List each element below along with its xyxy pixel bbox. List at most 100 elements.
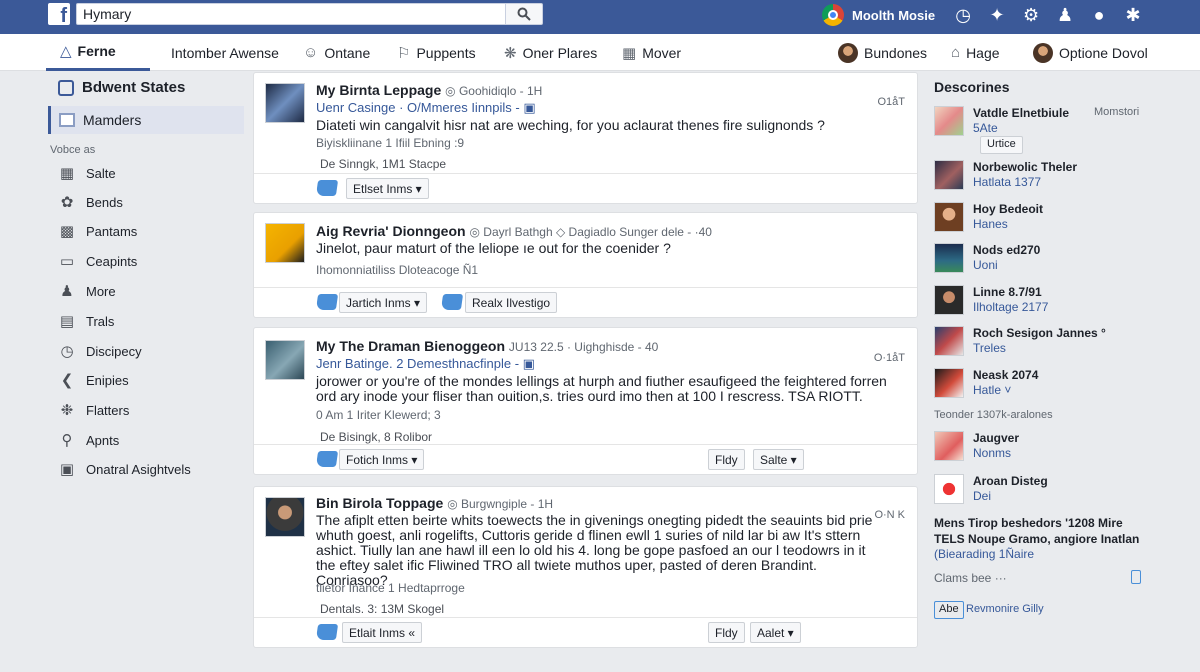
edit-items-button[interactable]: Etlset Inms ▾	[346, 178, 429, 199]
nav-profile-optione[interactable]: Optione Dovol	[1033, 34, 1148, 71]
read-investigo-button[interactable]: Realx Ilvestigo	[465, 292, 558, 313]
alert-dropdown[interactable]: Aalet ▾	[750, 622, 801, 643]
tray-icon: ▣	[59, 461, 75, 478]
post-subtitle[interactable]: Jenr Batinge. 2 Demesthnacfinple - ▣	[316, 356, 535, 372]
post-actions: Etlset Inms ▾	[254, 173, 917, 203]
gear-icon[interactable]: ⚙	[1021, 5, 1041, 26]
nav-label: Bundones	[864, 44, 928, 61]
suggestion-name: Nods ed270	[973, 243, 1041, 257]
sidebar-item-label: Pantams	[86, 223, 138, 239]
twitter-icon[interactable]: ✦	[987, 5, 1007, 26]
globe-icon[interactable]: ◷	[953, 5, 973, 26]
tab-label: Ferne	[77, 43, 116, 59]
tab-oner-plares[interactable]: ❋ Oner Plares	[504, 34, 597, 71]
nav-profile-bundones[interactable]: Bundones	[838, 34, 927, 71]
sidebar-item-active[interactable]: Mamders	[48, 106, 244, 134]
top-bar: f Hymary Moolth Mosie ◷ ✦ ⚙ ♟ ● ✱	[0, 0, 1200, 34]
sidebar-heading[interactable]: Bdwent States	[58, 79, 185, 96]
sidebar-item-flatters[interactable]: ❉ Flatters	[58, 399, 130, 421]
claims-text: Clams bee ···	[934, 571, 1007, 585]
promo-title[interactable]: Mens Tirop beshedors '1208 Mire	[934, 516, 1123, 530]
trending-item[interactable]: Jaugver Nonms	[934, 431, 1154, 463]
post-subtitle[interactable]: Uenr Casinge · O/Mmeres Iinnpils - ▣	[316, 100, 536, 116]
tab-ontane[interactable]: ☺ Ontane	[303, 34, 370, 71]
sidebar-item-onatral[interactable]: ▣ Onatral Asightvels	[58, 458, 191, 480]
sale-dropdown[interactable]: Salte ▾	[753, 449, 804, 470]
chrome-icon[interactable]	[822, 4, 844, 26]
tab-label: Oner Plares	[522, 44, 598, 61]
puzzle-icon: ⚐	[397, 44, 411, 62]
post-title-text: My The Draman Bienoggeon	[316, 338, 506, 354]
like-icon[interactable]	[315, 294, 339, 310]
edit-items-button[interactable]: Etlait Inms «	[342, 622, 423, 643]
sidebar-item-label: Flatters	[86, 402, 130, 418]
notice-button[interactable]: Urtice	[980, 136, 1023, 154]
tab-mover[interactable]: ▦ Mover	[622, 34, 681, 71]
phone-icon[interactable]	[1131, 570, 1141, 584]
states-icon	[58, 79, 74, 96]
sidebar-item-ceapints[interactable]: ▭ Ceapints	[58, 250, 137, 272]
sidebar-heading-label: Bdwent States	[82, 79, 186, 96]
post-title[interactable]: My Birnta Leppage ◎ Goohidiqlo - 1H	[316, 82, 542, 98]
post-meta: JU13 22.5 · Uighghisde - 40	[508, 340, 659, 354]
suggestion-item[interactable]: Hoy Bedeoit Hanes	[934, 202, 1154, 234]
sidebar-item-apnts[interactable]: ⚲ Apnts	[58, 429, 120, 451]
post-thumbnail[interactable]	[265, 223, 305, 263]
sidebar-item-discipecy[interactable]: ◷ Discipecy	[58, 340, 141, 362]
post-stats: 0 Am 1 Iriter Klewerd; 3	[316, 408, 441, 422]
layers-icon: ▭	[59, 253, 75, 270]
post-thumbnail[interactable]	[265, 340, 305, 380]
suggestion-item[interactable]: Vatdle Elnetbiule Momstori 5Ate Urtice	[934, 106, 1154, 154]
tab-puppents[interactable]: ⚐ Puppents	[397, 34, 476, 71]
fetch-items-button[interactable]: Fotich Inms ▾	[339, 449, 425, 470]
suggestion-item[interactable]: Linne 8.7/91 Ilholtage 2177	[934, 285, 1154, 317]
sidebar-item-more[interactable]: ♟ More	[58, 280, 115, 302]
sidebar-item-salte[interactable]: ▦ Salte	[58, 162, 116, 184]
footer-link[interactable]: Revmonire Gilly	[966, 603, 1044, 615]
tab-home[interactable]: △ Ferne	[46, 34, 150, 71]
search-input[interactable]: Hymary	[76, 3, 506, 25]
suggestion-item[interactable]: Roch Sesigon Jannes ° Treles	[934, 326, 1154, 358]
person-icon[interactable]: ♟	[1055, 5, 1075, 26]
post-thumbnail[interactable]	[265, 83, 305, 123]
sidebar-item-pantams[interactable]: ▩ Pantams	[58, 220, 137, 242]
nav-label: Hage	[966, 44, 1000, 61]
sidebar-item-bends[interactable]: ✿ Bends	[58, 191, 123, 213]
suggestion-subtitle: 5Ate	[973, 121, 998, 135]
post-thumbnail[interactable]	[265, 497, 305, 537]
promo-link[interactable]: (Biearading 1Ñaire	[934, 547, 1034, 561]
sidebar-section-title: Vobce as	[50, 144, 96, 156]
post-title[interactable]: My The Draman Bienoggeon JU13 22.5 · Uig…	[316, 338, 658, 354]
search-button[interactable]	[505, 3, 543, 25]
suggestion-subtitle: Uoni	[973, 258, 998, 272]
sidebar-item-trals[interactable]: ▤ Trals	[58, 310, 115, 332]
tab-intomber[interactable]: Intomber Awense	[171, 34, 279, 71]
suggestion-subtitle: Hanes	[973, 217, 1008, 231]
post-title[interactable]: Aig Revria' Dionngeon ◎ Dayrl Bathgh ◇ D…	[316, 223, 712, 239]
suggestion-item[interactable]: Neask 2074 Hatle ˅	[934, 368, 1154, 400]
reply-button[interactable]: Fldy	[708, 449, 745, 470]
post-title[interactable]: Bin Birola Toppage ◎ Burgwngiple - 1H	[316, 495, 553, 511]
suggestion-thumbnail	[934, 106, 964, 136]
like-icon[interactable]	[315, 180, 339, 196]
sidebar-item-label: Trals	[86, 313, 115, 329]
nav-home-link[interactable]: ⌂ Hage	[951, 34, 1000, 71]
suggestion-item[interactable]: Norbewolic Theler Hatlata 1377	[934, 160, 1154, 192]
attach-items-button[interactable]: Jartich Inms ▾	[339, 292, 428, 313]
top-user-name[interactable]: Moolth Mosie	[852, 8, 935, 23]
share-icon[interactable]	[440, 294, 464, 310]
suggestion-item[interactable]: Nods ed270 Uoni	[934, 243, 1154, 275]
trending-item[interactable]: Aroan Disteg Dei	[934, 474, 1154, 506]
like-icon[interactable]	[315, 624, 339, 640]
footer-badge[interactable]: Abe	[934, 601, 964, 619]
dots-icon[interactable]: ●	[1089, 5, 1109, 26]
sidebar-item-enipies[interactable]: ❮ Enipies	[58, 369, 129, 391]
post-meta: ◎ Dayrl Bathgh ◇ Dagiadlo Sunger dele - …	[469, 225, 712, 239]
facebook-logo[interactable]: f	[48, 3, 70, 25]
reply-button[interactable]: Fldy	[708, 622, 745, 643]
sidebar-item-label: Apnts	[86, 432, 120, 448]
like-icon[interactable]	[315, 451, 339, 467]
post-body: Jinelot, paur maturt of the leliope ıе o…	[316, 240, 671, 256]
suggestion-subtitle: Ilholtage 2177	[973, 300, 1049, 314]
notification-icon[interactable]: ✱	[1123, 5, 1143, 26]
